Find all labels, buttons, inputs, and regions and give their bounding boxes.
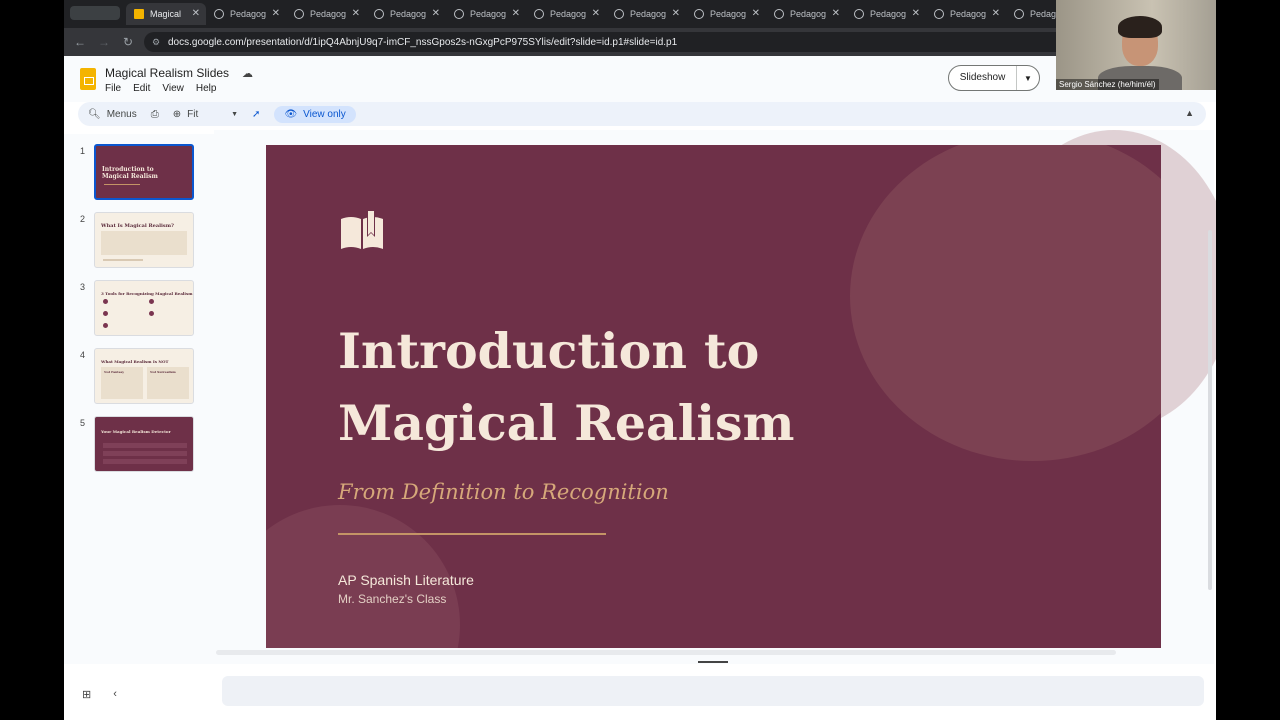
slides-favicon-icon — [134, 9, 144, 19]
speaker-notes-panel[interactable] — [222, 676, 1204, 706]
view-only-button[interactable]: 👁︎ View only — [274, 105, 356, 123]
slide-thumbnail-3[interactable]: 3 Tools for Recognizing Magical Realism — [94, 280, 194, 336]
tab[interactable]: Pedagog ✕ — [926, 3, 1006, 25]
close-tab-icon[interactable]: ✕ — [592, 8, 600, 19]
speaker-notes-handle[interactable] — [698, 661, 728, 663]
globe-icon — [1014, 9, 1024, 19]
thumbnail-row[interactable]: 4 What Magical Realism Is NOT Not Fantas… — [80, 348, 200, 406]
globe-icon — [614, 9, 624, 19]
webcam-name-label: Sergio Sánchez (he/him/él) — [1056, 79, 1159, 90]
horizontal-scrollbar[interactable] — [216, 650, 1116, 655]
print-button[interactable]: ⎙ — [151, 109, 159, 120]
slide-thumbnail-2[interactable]: What Is Magical Realism? — [94, 212, 194, 268]
globe-icon — [454, 9, 464, 19]
globe-icon — [534, 9, 544, 19]
tab-label: Magical — [150, 9, 182, 19]
tab[interactable]: Pedagog ✕ — [206, 3, 286, 25]
close-tab-icon[interactable]: ✕ — [672, 8, 680, 19]
close-tab-icon[interactable]: ✕ — [272, 8, 280, 19]
print-icon: ⎙ — [150, 108, 159, 120]
close-tab-icon[interactable]: ✕ — [512, 8, 520, 19]
close-tab-icon[interactable]: ✕ — [832, 8, 840, 19]
close-tab-icon[interactable]: ✕ — [912, 8, 920, 19]
globe-icon — [294, 9, 304, 19]
globe-icon — [694, 9, 704, 19]
search-menus[interactable]: 🔍︎ Menus — [88, 109, 137, 120]
slide-canvas: Introduction to Magical Realism From Def… — [214, 130, 1216, 664]
globe-icon — [214, 9, 224, 19]
cursor-icon: ➚ — [252, 108, 261, 120]
close-tab-icon[interactable]: ✕ — [752, 8, 760, 19]
tab[interactable]: Pedagog ✕ — [606, 3, 686, 25]
close-tab-icon[interactable]: ✕ — [352, 8, 360, 19]
chevron-down-icon: ▼ — [231, 110, 239, 118]
forward-icon[interactable]: → — [92, 35, 116, 49]
teacher-name: Mr. Sanchez's Class — [338, 592, 447, 606]
thumbnail-row[interactable]: 3 3 Tools for Recognizing Magical Realis… — [80, 280, 200, 338]
menu-edit[interactable]: Edit — [133, 83, 150, 94]
zoom-select[interactable]: ⊕ Fit ▼ — [173, 109, 238, 120]
close-tab-icon[interactable]: ✕ — [992, 8, 1000, 19]
address-bar: ← → ↻ ⚙ docs.google.com/presentation/d/1… — [64, 28, 1216, 56]
filmstrip-controls: ⊞ ‹ — [82, 688, 117, 701]
chevron-left-icon[interactable]: ‹ — [113, 688, 117, 701]
back-icon[interactable]: ← — [68, 35, 92, 49]
globe-icon — [854, 9, 864, 19]
menu-file[interactable]: File — [105, 83, 121, 94]
tab-group[interactable] — [70, 6, 120, 20]
zoom-icon: ⊕ — [172, 108, 182, 120]
tab-active[interactable]: Magical ✕ — [126, 3, 206, 25]
globe-icon — [374, 9, 384, 19]
tab-bar: Magical ✕ Pedagog ✕ Pedagog ✕ Pedagog ✕ Ped… — [64, 0, 1216, 28]
tab[interactable]: Pedagog ✕ — [766, 3, 846, 25]
slide-thumbnail-4[interactable]: What Magical Realism Is NOT Not Fantasy … — [94, 348, 194, 404]
search-icon: 🔍︎ — [88, 108, 101, 120]
slideshow-label[interactable]: Slideshow — [949, 66, 1017, 90]
menu-help[interactable]: Help — [196, 83, 217, 94]
slide-subtitle: From Definition to Recognition — [338, 480, 669, 504]
close-tab-icon[interactable]: ✕ — [192, 8, 200, 19]
divider — [338, 533, 606, 535]
tab[interactable]: Pedagog ✕ — [446, 3, 526, 25]
google-slides-logo-icon[interactable] — [80, 68, 96, 90]
chevron-up-icon[interactable]: ▲ — [1185, 108, 1194, 118]
site-info-icon[interactable]: ⚙ — [152, 37, 162, 47]
menu-bar: File Edit View Help — [105, 83, 216, 94]
thumbnail-row[interactable]: 2 What Is Magical Realism? — [80, 212, 200, 270]
slide-thumbnail-5[interactable]: Your Magical Realism Detector — [94, 416, 194, 472]
select-tool-button[interactable]: ➚ — [252, 109, 260, 120]
reload-icon[interactable]: ↻ — [116, 35, 140, 49]
grid-view-icon[interactable]: ⊞ — [82, 688, 91, 701]
slide-filmstrip: 1 Introduction to Magical Realism 2 What… — [64, 134, 214, 664]
url-field[interactable]: ⚙ docs.google.com/presentation/d/1ipQ4Ab… — [144, 32, 1144, 52]
tab[interactable]: Pedagog ✕ — [686, 3, 766, 25]
webcam-overlay: Sergio Sánchez (he/him/él) — [1056, 0, 1216, 90]
globe-icon — [774, 9, 784, 19]
chevron-down-icon[interactable]: ▼ — [1017, 74, 1039, 83]
menu-view[interactable]: View — [162, 83, 184, 94]
current-slide[interactable]: Introduction to Magical Realism From Def… — [266, 145, 1161, 648]
toolbar: 🔍︎ Menus ⎙ ⊕ Fit ▼ ➚ 👁︎ View only ▲ — [78, 102, 1206, 126]
slide-title: Introduction to Magical Realism — [338, 322, 795, 452]
course-name: AP Spanish Literature — [338, 572, 474, 588]
tab[interactable]: Pedagog ✕ — [286, 3, 366, 25]
thumbnail-row[interactable]: 5 Your Magical Realism Detector — [80, 416, 200, 474]
cloud-saved-icon[interactable]: ☁ — [242, 67, 253, 80]
slideshow-button[interactable]: Slideshow ▼ — [948, 65, 1040, 91]
thumbnail-row[interactable]: 1 Introduction to Magical Realism — [80, 144, 200, 202]
document-title[interactable]: Magical Realism Slides — [105, 66, 229, 80]
tab[interactable]: Pedagog ✕ — [366, 3, 446, 25]
open-book-icon — [341, 211, 383, 249]
close-tab-icon[interactable]: ✕ — [432, 8, 440, 19]
tab[interactable]: Pedagog ✕ — [846, 3, 926, 25]
browser-window: Magical ✕ Pedagog ✕ Pedagog ✕ Pedagog ✕ Ped… — [64, 0, 1216, 720]
docs-header: Magical Realism Slides ☁ File Edit View … — [64, 56, 1216, 102]
eye-icon: 👁︎ — [284, 108, 298, 120]
globe-icon — [934, 9, 944, 19]
slide-thumbnail-1[interactable]: Introduction to Magical Realism — [94, 144, 194, 200]
tab[interactable]: Pedagog ✕ — [526, 3, 606, 25]
vertical-scrollbar[interactable] — [1208, 230, 1212, 590]
